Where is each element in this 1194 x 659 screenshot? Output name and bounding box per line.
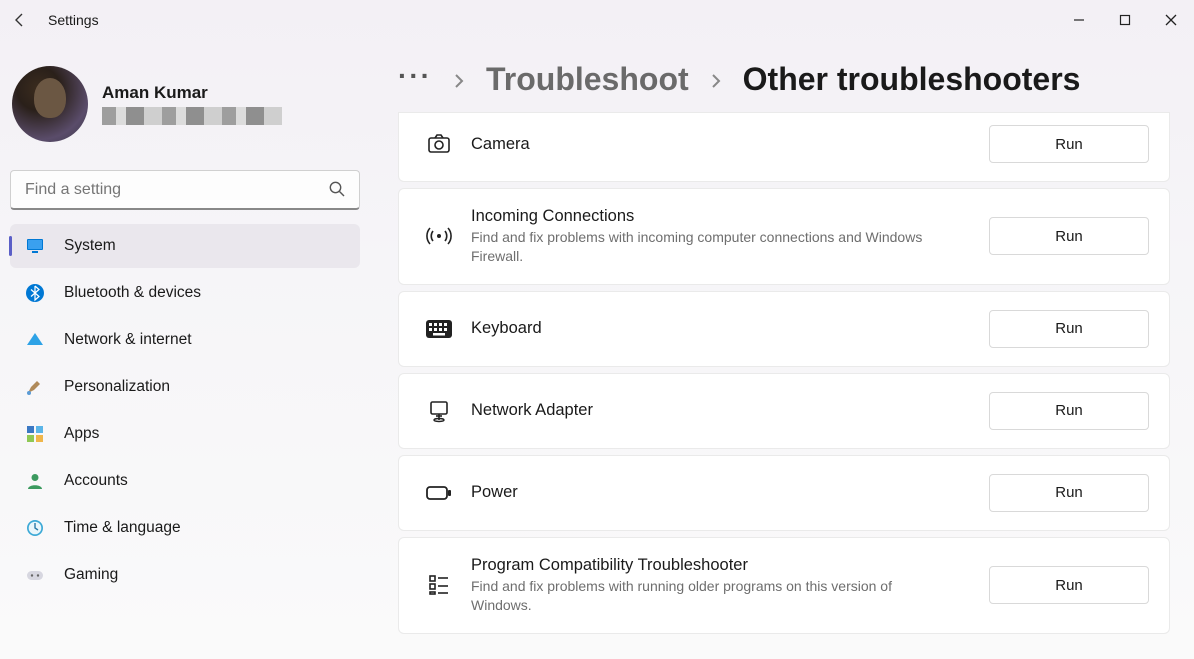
search-input[interactable]	[10, 170, 360, 210]
sidebar-item-time-language[interactable]: Time & language	[10, 506, 360, 550]
troubleshooter-card: Program Compatibility Troubleshooter Fin…	[398, 537, 1170, 634]
troubleshooter-card: Camera Run	[398, 112, 1170, 182]
run-button[interactable]: Run	[989, 217, 1149, 255]
camera-icon	[417, 131, 461, 157]
person-icon	[24, 470, 46, 492]
nav: System Bluetooth & devices Network & int…	[10, 224, 370, 597]
run-button[interactable]: Run	[989, 125, 1149, 163]
troubleshooter-card: Network Adapter Run	[398, 373, 1170, 449]
sidebar-item-label: Gaming	[64, 566, 118, 584]
troubleshooter-card: Incoming Connections Find and fix proble…	[398, 188, 1170, 285]
sidebar-item-accounts[interactable]: Accounts	[10, 459, 360, 503]
window-title: Settings	[48, 12, 99, 28]
profile-name: Aman Kumar	[102, 83, 282, 103]
keyboard-icon	[417, 319, 461, 339]
search-wrap	[10, 170, 360, 210]
monitor-icon	[24, 235, 46, 257]
card-desc: Find and fix problems with incoming comp…	[471, 228, 931, 266]
sidebar-item-label: Personalization	[64, 378, 170, 396]
avatar	[12, 66, 88, 142]
run-button[interactable]: Run	[989, 474, 1149, 512]
apps-icon	[24, 423, 46, 445]
power-icon	[417, 483, 461, 503]
sidebar-item-label: Apps	[64, 425, 99, 443]
sidebar: Aman Kumar System Bluetooth & devices Ne…	[0, 40, 370, 659]
run-button[interactable]: Run	[989, 392, 1149, 430]
breadcrumb: ··· Troubleshoot Other troubleshooters	[398, 60, 1170, 98]
sidebar-item-personalization[interactable]: Personalization	[10, 365, 360, 409]
sidebar-item-label: Time & language	[64, 519, 181, 537]
card-desc: Find and fix problems with running older…	[471, 577, 931, 615]
titlebar: Settings	[0, 0, 1194, 40]
card-title: Incoming Connections	[471, 207, 989, 226]
card-title: Camera	[471, 135, 989, 154]
bluetooth-icon	[24, 282, 46, 304]
sidebar-item-label: Network & internet	[64, 331, 192, 349]
clock-icon	[24, 517, 46, 539]
sidebar-item-label: Bluetooth & devices	[64, 284, 201, 302]
gamepad-icon	[24, 564, 46, 586]
main-content: ··· Troubleshoot Other troubleshooters C…	[370, 40, 1194, 659]
card-title: Network Adapter	[471, 401, 989, 420]
card-title: Program Compatibility Troubleshooter	[471, 556, 989, 575]
troubleshooter-card: Keyboard Run	[398, 291, 1170, 367]
brush-icon	[24, 376, 46, 398]
chevron-right-icon	[707, 61, 725, 98]
breadcrumb-link-troubleshoot[interactable]: Troubleshoot	[486, 61, 689, 98]
compat-icon	[417, 572, 461, 598]
adapter-icon	[417, 398, 461, 424]
troubleshooter-card: Power Run	[398, 455, 1170, 531]
back-button[interactable]	[0, 12, 40, 28]
maximize-button[interactable]	[1102, 0, 1148, 40]
search-icon	[328, 180, 346, 203]
breadcrumb-current: Other troubleshooters	[743, 61, 1081, 98]
profile-sub-redacted	[102, 107, 282, 125]
chevron-right-icon	[450, 61, 468, 98]
run-button[interactable]: Run	[989, 310, 1149, 348]
signal-icon	[417, 223, 461, 249]
run-button[interactable]: Run	[989, 566, 1149, 604]
card-title: Keyboard	[471, 319, 989, 338]
sidebar-item-gaming[interactable]: Gaming	[10, 553, 360, 597]
wifi-icon	[24, 329, 46, 351]
sidebar-item-system[interactable]: System	[10, 224, 360, 268]
sidebar-item-label: Accounts	[64, 472, 128, 490]
troubleshooter-list: Camera Run Incoming Connections Find and…	[398, 112, 1170, 634]
window-controls	[1056, 0, 1194, 40]
sidebar-item-network[interactable]: Network & internet	[10, 318, 360, 362]
sidebar-item-label: System	[64, 237, 116, 255]
sidebar-item-bluetooth[interactable]: Bluetooth & devices	[10, 271, 360, 315]
minimize-button[interactable]	[1056, 0, 1102, 40]
card-title: Power	[471, 483, 989, 502]
breadcrumb-more[interactable]: ···	[398, 60, 432, 98]
sidebar-item-apps[interactable]: Apps	[10, 412, 360, 456]
close-button[interactable]	[1148, 0, 1194, 40]
profile-block[interactable]: Aman Kumar	[10, 50, 370, 158]
